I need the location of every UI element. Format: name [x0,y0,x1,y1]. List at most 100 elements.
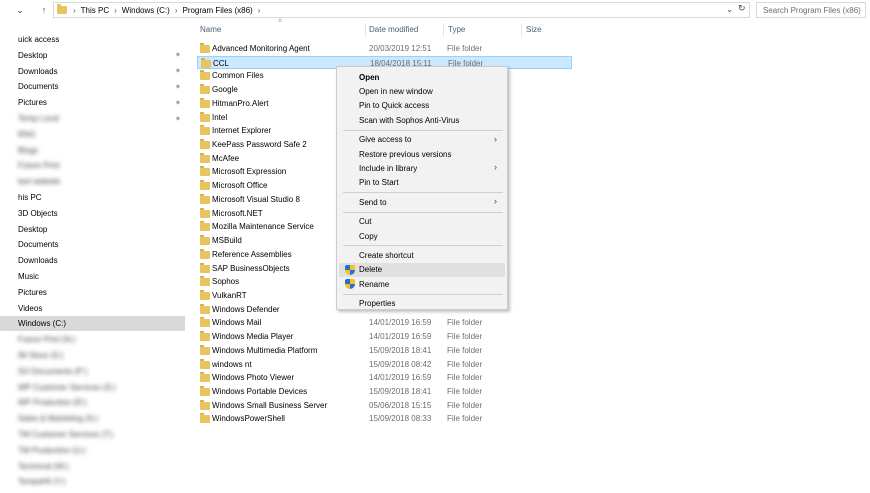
address-bar[interactable]: › This PC › Windows (C:) › Program Files… [53,2,750,18]
menu-item-delete[interactable]: Delete [339,262,505,277]
sidebar-item-rng[interactable]: RNG [0,127,185,142]
table-row[interactable]: Windows Media Player 14/01/2019 16:59 File… [197,330,572,343]
refresh-icon[interactable]: ↻ [738,3,750,15]
sidebar-item-wp-customer-services-s[interactable]: WP Customer Services (S:) [0,380,185,395]
pin-icon[interactable]: ✶ [175,115,181,123]
menu-item-open-in-new-window[interactable]: Open in new window [339,84,505,98]
sidebar-item-desktop[interactable]: Desktop [0,222,185,237]
menu-item-pin-to-start[interactable]: Pin to Start [339,176,505,190]
breadcrumb-this-pc[interactable]: This PC [81,6,109,15]
pin-icon[interactable]: ✶ [175,99,181,107]
sidebar-item-tm-production-u[interactable]: TM Production (U:) [0,443,185,458]
folder-icon [200,166,210,177]
sidebar-item-uick-access[interactable]: uick access [0,32,185,47]
breadcrumb-separator-icon[interactable]: › [73,6,76,15]
sidebar-item-tempdrift-y[interactable]: Tempdrift (Y:) [0,474,185,489]
folder-icon [200,331,210,342]
menu-item-pin-to-quick-access[interactable]: Pin to Quick access [339,99,505,113]
folder-icon [200,358,210,369]
column-divider[interactable] [521,23,522,37]
up-arrow-icon[interactable]: ↑ [38,4,50,16]
sidebar-item-documents[interactable]: Documents [0,237,185,252]
table-row[interactable]: Windows Photo Viewer 14/01/2019 16:59 File… [197,371,572,384]
file-name: Windows Multimedia Platform [212,345,318,355]
menu-item-scan-with-sophos-anti-virus[interactable]: Scan with Sophos Anti-Virus [339,113,505,127]
pin-icon[interactable]: ✶ [175,51,181,59]
pin-icon[interactable]: ✶ [175,83,181,91]
menu-item-restore-previous-versions[interactable]: Restore previous versions [339,147,505,161]
sidebar-item-wp-production-r[interactable]: WP Production (R:) [0,395,185,410]
breadcrumb-separator-icon[interactable]: › [175,6,178,15]
address-dropdown-icon[interactable]: ⌄ [726,5,733,14]
search-input[interactable] [757,3,865,17]
table-row[interactable]: Advanced Monitoring Agent 20/03/2019 12:5… [197,42,572,55]
table-row[interactable]: Windows Mail 14/01/2019 16:59 File folder [197,316,572,329]
breadcrumb-separator-icon[interactable]: › [114,6,117,15]
table-row[interactable]: windows nt 15/09/2018 08:42 File folder [197,358,572,371]
table-row[interactable]: Windows Multimedia Platform 15/09/2018 18… [197,344,572,357]
sidebar-item-so-documents-p[interactable]: SO Documents (P:) [0,364,185,379]
sidebar-item-desktop[interactable]: Desktop ✶ [0,48,185,63]
folder-icon [200,344,210,355]
file-name: Common Files [212,71,264,81]
menu-item-properties[interactable]: Properties [339,297,505,311]
column-header-row: ˄ Name Date modified Type Size [198,18,578,39]
menu-item-cut[interactable]: Cut [339,215,505,229]
sidebar-item-3d-objects[interactable]: 3D Objects [0,206,185,221]
column-header-date-modified[interactable]: Date modified [369,25,418,34]
breadcrumb-program-files-x86[interactable]: Program Files (x86) [182,6,252,15]
menu-item-copy[interactable]: Copy [339,229,505,243]
sidebar-item-videos[interactable]: Videos [0,301,185,316]
column-header-type[interactable]: Type [448,25,465,34]
menu-item-open[interactable]: Open [339,70,505,84]
menu-item-label: Properties [359,299,396,309]
folder-icon [200,43,210,53]
column-header-size[interactable]: Size [526,25,542,34]
menu-item-label: Copy [359,231,378,241]
sidebar-item-blogs[interactable]: Blogs [0,143,185,158]
sidebar-item-pictures[interactable]: Pictures [0,285,185,300]
column-divider[interactable] [443,23,444,37]
sidebar-item-tm-customer-services-t[interactable]: TM Customer Services (T:) [0,427,185,442]
column-divider[interactable] [365,23,366,37]
search-box[interactable] [756,2,866,18]
menu-item-create-shortcut[interactable]: Create shortcut [339,248,505,262]
menu-item-rename[interactable]: Rename [339,277,505,291]
sidebar-item-his-pc[interactable]: his PC [0,190,185,205]
sidebar-item-technical-w[interactable]: Technical (W:) [0,459,185,474]
sidebar-item-im-store-s[interactable]: IM Store (S:) [0,348,185,363]
folder-icon [200,70,210,81]
sidebar-item-windows-c[interactable]: Windows (C:) [0,316,185,332]
table-row[interactable]: Windows Portable Devices 15/09/2018 18:41… [197,385,572,398]
sidebar-item-downloads[interactable]: Downloads ✶ [0,64,185,79]
breadcrumb-windows-c[interactable]: Windows (C:) [122,6,170,15]
sidebar-item-music[interactable]: Music [0,269,185,284]
sidebar-item-future-print-n[interactable]: Future Print (N:) [0,332,185,347]
menu-item-send-to[interactable]: Send to › [339,195,505,209]
folder-icon [200,276,210,287]
sidebar-item-documents[interactable]: Documents ✶ [0,79,185,94]
file-name: MSBuild [212,236,242,246]
table-row[interactable]: WindowsPowerShell 15/09/2018 08:33 File fo… [197,412,572,425]
menu-item-label: Include in library [359,163,418,173]
menu-item-give-access-to[interactable]: Give access to › [339,133,505,147]
table-row[interactable]: Windows Small Business Server 05/06/2018 … [197,399,572,412]
sidebar-item-label: TM Customer Services (T:) [18,430,114,439]
sidebar-item-temp-local[interactable]: Temp Local ✶ [0,111,185,126]
breadcrumb-separator-icon[interactable]: › [258,6,261,15]
file-name: Microsoft.NET [212,208,263,218]
sidebar-item-label: uick access [18,35,60,44]
sidebar-item-sales-marketing-s[interactable]: Sales & Marketing (S:) [0,411,185,426]
pin-icon[interactable]: ✶ [175,67,181,75]
recent-locations-chevron-icon[interactable]: ⌄ [14,4,26,16]
file-type: File folder [447,400,483,410]
sidebar-item-future-print[interactable]: Future Print [0,158,185,173]
folder-icon [200,372,210,383]
menu-item-include-in-library[interactable]: Include in library › [339,161,505,175]
sidebar-item-pictures[interactable]: Pictures ✶ [0,95,185,110]
sidebar-item-test-website[interactable]: test website [0,174,185,189]
sidebar-item-downloads[interactable]: Downloads [0,253,185,268]
sidebar-item-label: Blogs [18,145,39,155]
column-header-name[interactable]: Name [200,25,221,34]
file-date-modified: 15/09/2018 08:33 [369,414,432,424]
